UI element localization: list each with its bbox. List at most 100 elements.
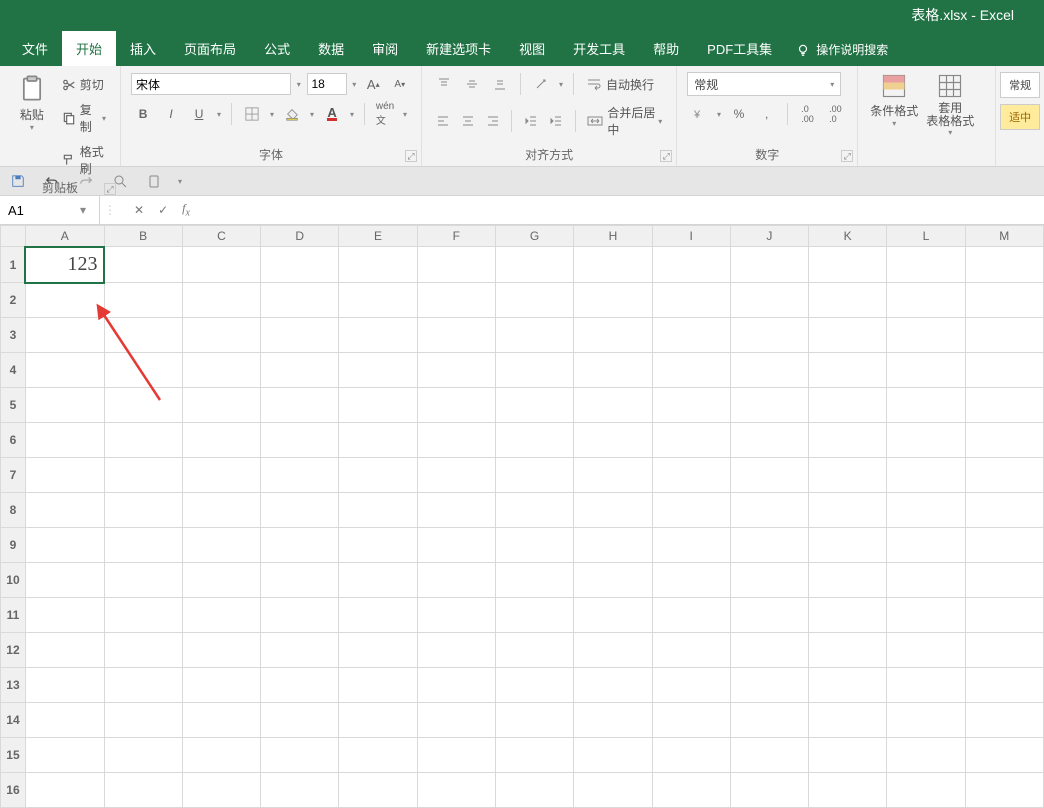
accounting-format-button[interactable]: ¥ [687, 102, 711, 126]
cell[interactable] [25, 528, 104, 563]
cell[interactable] [809, 738, 887, 773]
cell[interactable] [809, 458, 887, 493]
cell[interactable] [182, 318, 260, 353]
border-dropdown[interactable]: ▾ [268, 110, 276, 119]
cell[interactable] [182, 493, 260, 528]
cell[interactable] [182, 773, 260, 808]
cell[interactable] [104, 773, 182, 808]
cell[interactable] [182, 668, 260, 703]
font-name-dropdown[interactable]: ▾ [295, 80, 302, 89]
row-header-14[interactable]: 14 [1, 703, 26, 738]
cell[interactable] [652, 388, 730, 423]
row-header-2[interactable]: 2 [1, 283, 26, 318]
cell[interactable] [730, 598, 808, 633]
cell[interactable] [652, 423, 730, 458]
cell[interactable] [495, 738, 573, 773]
tab-formulas[interactable]: 公式 [250, 31, 304, 66]
cell[interactable] [339, 773, 417, 808]
col-header-K[interactable]: K [809, 226, 887, 247]
cell[interactable] [730, 423, 808, 458]
cell[interactable] [182, 598, 260, 633]
col-header-I[interactable]: I [652, 226, 730, 247]
cell[interactable] [339, 528, 417, 563]
fill-color-dropdown[interactable]: ▾ [308, 110, 316, 119]
font-color-dropdown[interactable]: ▾ [348, 110, 356, 119]
cells-table[interactable]: A B C D E F G H I J K L M 1 123 2 3 4 5 … [0, 225, 1044, 808]
cell[interactable] [104, 353, 182, 388]
cell[interactable] [261, 703, 339, 738]
cell[interactable] [574, 528, 652, 563]
col-header-J[interactable]: J [730, 226, 808, 247]
cell[interactable] [25, 738, 104, 773]
cell[interactable] [809, 283, 887, 318]
cell[interactable] [25, 703, 104, 738]
decrease-indent-button[interactable] [520, 109, 541, 133]
cell[interactable] [652, 283, 730, 318]
tab-pdf-tools[interactable]: PDF工具集 [693, 31, 786, 66]
clipboard-launcher[interactable]: ⤢ [104, 183, 116, 195]
formula-input[interactable] [204, 203, 1044, 218]
tab-developer[interactable]: 开发工具 [559, 31, 639, 66]
cell[interactable] [339, 633, 417, 668]
cell[interactable] [965, 598, 1043, 633]
col-header-M[interactable]: M [965, 226, 1043, 247]
cell[interactable] [965, 247, 1043, 283]
cell[interactable] [261, 423, 339, 458]
align-bottom-button[interactable] [488, 72, 512, 96]
insert-function-button[interactable]: fx [182, 201, 190, 218]
cut-button[interactable]: 剪切 [58, 74, 110, 95]
cell[interactable] [495, 283, 573, 318]
tab-home[interactable]: 开始 [62, 31, 116, 66]
cell[interactable] [730, 247, 808, 283]
row-header-13[interactable]: 13 [1, 668, 26, 703]
cell[interactable] [965, 563, 1043, 598]
cell[interactable] [495, 247, 573, 283]
font-launcher[interactable]: ⤢ [405, 150, 417, 162]
cell[interactable] [104, 633, 182, 668]
enter-formula-button[interactable]: ✓ [158, 203, 168, 217]
align-right-button[interactable] [482, 109, 503, 133]
cell[interactable] [887, 247, 965, 283]
cell[interactable] [261, 633, 339, 668]
phonetic-dropdown[interactable]: ▾ [401, 110, 409, 119]
decrease-decimal-button[interactable]: .00.0 [823, 102, 847, 126]
row-header-4[interactable]: 4 [1, 353, 26, 388]
increase-font-button[interactable]: A▴ [362, 72, 385, 96]
cell[interactable] [730, 283, 808, 318]
cell[interactable] [495, 598, 573, 633]
cell[interactable] [261, 493, 339, 528]
worksheet-grid[interactable]: A B C D E F G H I J K L M 1 123 2 3 4 5 … [0, 225, 1044, 808]
cell[interactable] [417, 318, 495, 353]
cell[interactable] [495, 703, 573, 738]
cell[interactable] [887, 773, 965, 808]
cell[interactable] [887, 318, 965, 353]
cell[interactable] [495, 668, 573, 703]
cell[interactable] [965, 423, 1043, 458]
cell[interactable] [104, 247, 182, 283]
cell[interactable] [339, 423, 417, 458]
cell[interactable] [809, 528, 887, 563]
cell[interactable] [574, 388, 652, 423]
cell[interactable] [104, 598, 182, 633]
cell[interactable] [339, 388, 417, 423]
cell[interactable] [261, 247, 339, 283]
cell[interactable] [25, 493, 104, 528]
cell[interactable] [887, 563, 965, 598]
cell[interactable] [809, 668, 887, 703]
cell[interactable] [730, 388, 808, 423]
cell[interactable] [965, 668, 1043, 703]
col-header-C[interactable]: C [182, 226, 260, 247]
cell[interactable] [495, 318, 573, 353]
orientation-button[interactable] [529, 72, 553, 96]
tab-insert[interactable]: 插入 [116, 31, 170, 66]
cell[interactable] [730, 633, 808, 668]
cell[interactable] [652, 493, 730, 528]
underline-dropdown[interactable]: ▾ [215, 110, 223, 119]
col-header-A[interactable]: A [25, 226, 104, 247]
align-middle-button[interactable] [460, 72, 484, 96]
cell[interactable] [339, 353, 417, 388]
qat-customize-dropdown[interactable]: ▾ [176, 177, 184, 186]
cell[interactable] [495, 528, 573, 563]
italic-button[interactable]: I [159, 102, 183, 126]
border-button[interactable] [240, 102, 264, 126]
